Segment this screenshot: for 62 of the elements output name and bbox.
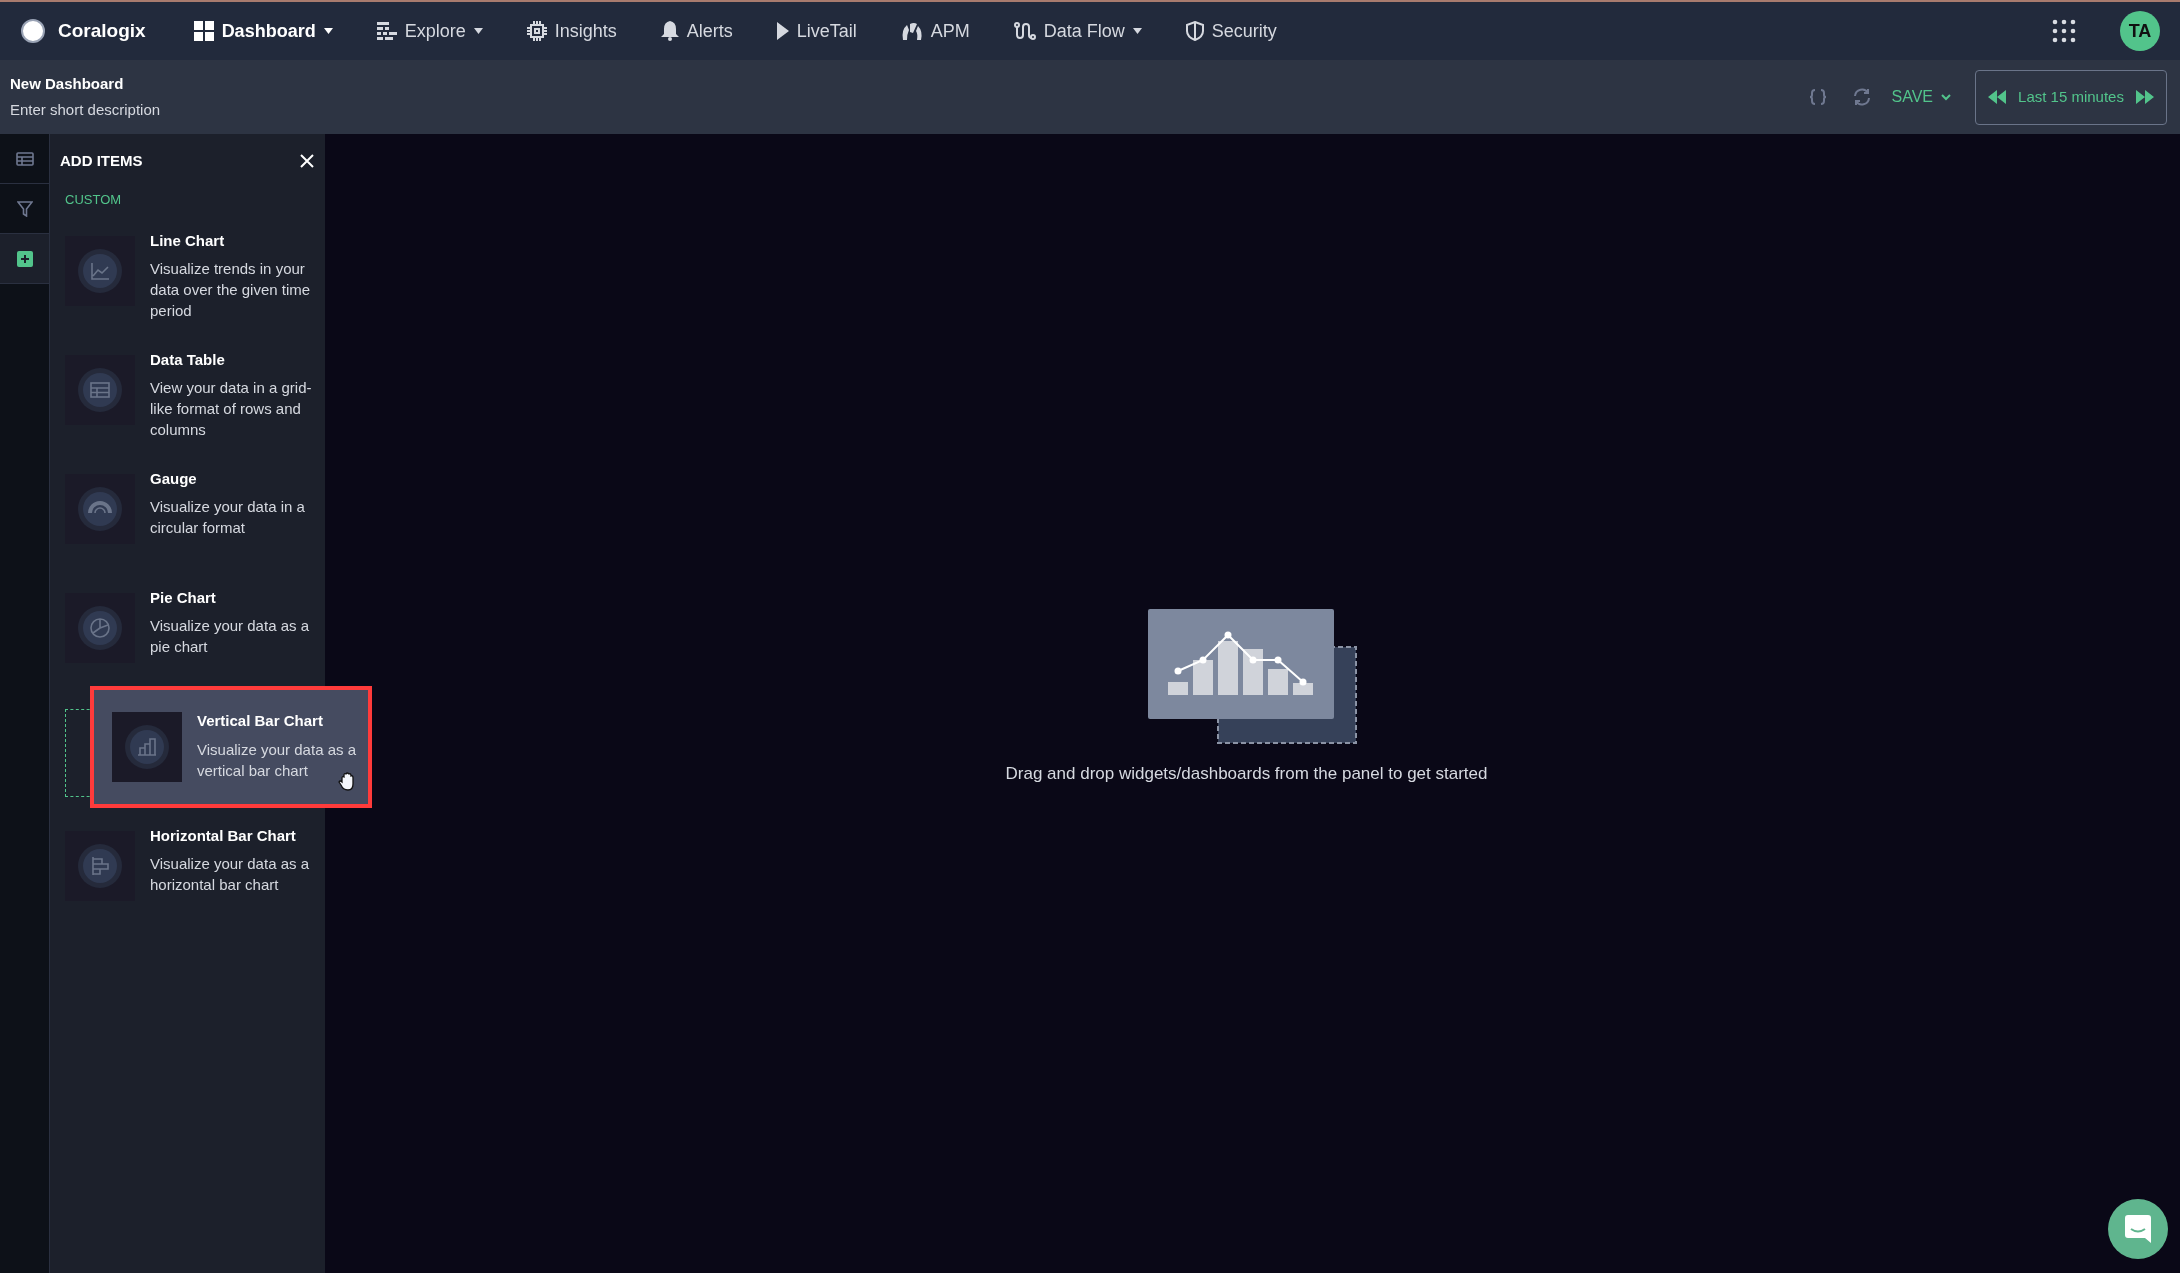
section-label: CUSTOM [65,191,122,209]
bell-icon [660,21,679,41]
widget-title: Horizontal Bar Chart [150,825,297,846]
plus-icon [16,250,33,267]
widget-description: Visualize your data as a pie chart [150,616,310,657]
nav-tab[interactable]: LiveTail [776,17,857,45]
empty-state-message: Drag and drop widgets/dashboards from the panel to get started [1005,762,1488,785]
widget-title: Pie Chart [150,587,217,608]
widget-description: Visualize your data as a horizontal bar chart [150,854,310,895]
chevron-down-icon [1941,93,1951,101]
widget-description: Visualize your data as a vertical bar chart [197,739,357,781]
rewind-icon [1988,90,2006,104]
nav-tab[interactable]: Security [1185,17,1277,45]
widget-item[interactable]: Line Chart Visualize trends in your data over the given time period [65,227,320,321]
nav-tab[interactable]: Insights [526,17,617,45]
horizontal-bar-chart-icon [78,843,122,888]
pie-chart-icon [78,605,122,650]
user-avatar[interactable]: TA [2120,11,2160,51]
table-icon [78,367,122,412]
nav-tab[interactable]: APM [900,17,970,45]
bar-chart-icon [125,724,169,769]
widget-title: Data Table [150,349,226,370]
fast-forward-icon [2136,90,2154,104]
time-range-button[interactable]: Last 15 minutes [1975,69,2167,125]
app-name: Coralogix [58,18,146,43]
widget-card[interactable]: Vertical Bar Chart Visualize your data as a vertical bar chart [90,685,372,808]
flow-icon [1013,22,1036,40]
shield-icon [1185,21,1204,41]
play-icon [776,22,789,40]
code-braces-icon[interactable] [1807,87,1828,107]
widget-title: Gauge [150,468,198,489]
refresh-icon[interactable] [1851,87,1872,107]
speedometer-icon [900,22,923,40]
filter-icon [16,200,33,217]
widget-description: Visualize your data in a circular format [150,497,306,538]
blocks-icon [376,22,397,40]
close-icon[interactable] [299,153,315,169]
widget-item[interactable]: Horizontal Bar Chart Visualize your data as a horizontal bar chart [65,822,320,901]
widget-item[interactable]: Pie Chart Visualize your data as a pie chart [65,584,320,663]
chat-icon [2125,1215,2151,1243]
chip-icon [526,21,547,41]
apps-grid-icon[interactable] [2052,19,2076,43]
line-chart-icon [78,248,122,293]
widget-item[interactable]: Data Table View your data in a grid-like format of rows and columns [65,346,320,440]
widget-item[interactable]: Gauge Visualize your data in a circular format [65,465,320,544]
gauge-icon [78,486,122,531]
save-button[interactable]: SAVE [1891,85,1951,109]
widget-description: View your data in a grid-like format of rows and columns [150,378,313,440]
nav-tab[interactable]: Alerts [660,17,733,45]
table-icon [15,151,34,166]
widget-title: Line Chart [150,230,226,251]
nav-tab[interactable]: Explore [376,17,483,45]
nav-tab[interactable]: Dashboard [193,17,333,45]
dashboard-title[interactable]: New Dashboard [10,72,161,95]
chat-button[interactable] [2108,1199,2168,1259]
grid-icon [193,21,214,41]
widget-title: Vertical Bar Chart [197,711,324,732]
nav-tab[interactable]: Data Flow [1013,17,1142,45]
logo-icon [20,18,46,44]
widget-description: Visualize trends in your data over the given time period [150,259,312,321]
panel-title: ADD ITEMS [60,150,143,171]
dashboard-description[interactable]: Enter short description [10,99,161,122]
